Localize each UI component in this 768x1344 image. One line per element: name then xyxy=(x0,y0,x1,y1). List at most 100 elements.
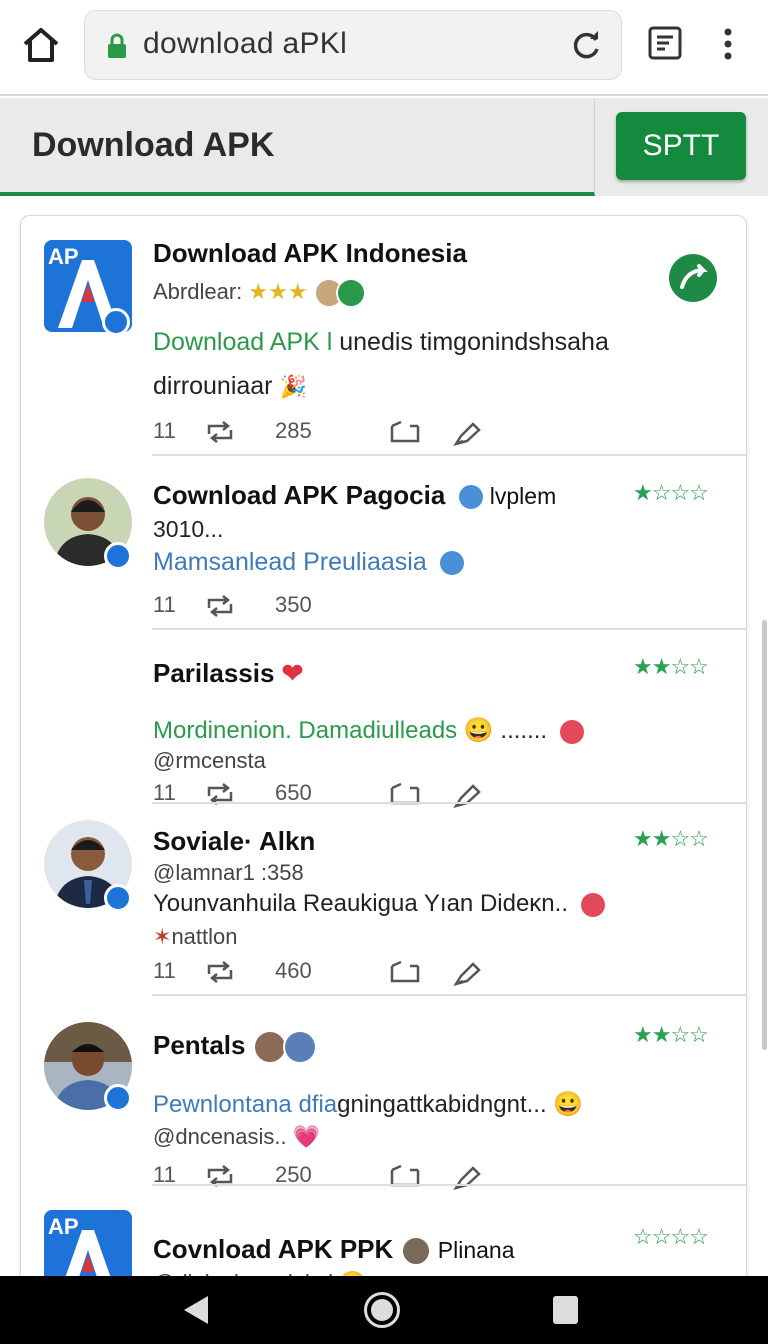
item-text: Younvanhuila Reaukigua Yıan Dideĸn.. xyxy=(153,890,605,918)
heart-icon: ❤ xyxy=(281,658,304,688)
item-title[interactable]: Soviale· Alkn xyxy=(153,826,315,857)
verified-badge-icon xyxy=(102,308,130,336)
item-text-body: gningattkabidngnt... xyxy=(337,1091,547,1118)
feed-list: AP Download APK Indonesia Abrdlear: ★★★ … xyxy=(20,215,747,1285)
star-rating-icon: ★★★ xyxy=(248,278,308,304)
home-icon[interactable] xyxy=(18,22,64,68)
item-text: Download APK l unedis timgonindshsaha xyxy=(153,328,609,357)
list-item[interactable]: Cownload APK Pagocia lvplem ★☆☆☆ 3010...… xyxy=(21,456,746,628)
tag-icon: ✶ xyxy=(153,924,172,949)
item-title-suffix: Plinana xyxy=(437,1237,515,1263)
item-handle: @rmcensta xyxy=(153,748,266,773)
star-rating: ★★☆☆ xyxy=(633,1022,709,1047)
share-icon[interactable] xyxy=(453,420,481,446)
repost-icon[interactable] xyxy=(205,420,235,444)
share-arrow-icon[interactable] xyxy=(669,254,717,302)
address-bar[interactable]: download aPKl xyxy=(84,10,622,80)
page-header: Download APK SPTT xyxy=(0,98,768,196)
avatar-icon xyxy=(252,1030,287,1065)
url-text[interactable]: download aPKl xyxy=(143,27,347,61)
reply-count: 11 xyxy=(153,958,176,983)
item-title[interactable]: Parilassis ❤ xyxy=(153,658,303,689)
scrollbar[interactable] xyxy=(762,620,767,1050)
grin-emoji-icon: 😀 xyxy=(553,1091,584,1118)
item-text-link[interactable]: Mamsanlead Preuliaasia xyxy=(153,548,427,576)
overflow-menu-icon[interactable] xyxy=(716,24,740,64)
share-icon[interactable] xyxy=(453,960,481,986)
avatar-icon xyxy=(282,1030,317,1065)
verified-check-icon xyxy=(458,485,483,510)
repost-icon[interactable] xyxy=(205,594,235,618)
reply-count: 11 xyxy=(153,418,176,443)
verified-badge-icon xyxy=(104,884,132,912)
item-title[interactable]: Cownload APK Pagocia lvplem xyxy=(153,480,556,511)
item-title-suffix: lvplem xyxy=(489,483,557,509)
action-button[interactable]: SPTT xyxy=(616,112,746,180)
heart-icon: 💗 xyxy=(292,1124,321,1149)
app-logo: AP xyxy=(44,240,132,336)
back-icon[interactable] xyxy=(182,1294,210,1326)
recent-apps-icon[interactable] xyxy=(553,1296,578,1324)
item-subtitle-text: Abrdlear: xyxy=(153,278,243,304)
item-text: Mamsanlead Preuliaasia xyxy=(153,548,464,577)
item-subtitle: Abrdlear: ★★★ xyxy=(153,278,366,308)
item-handle-text: @dncenasis.. xyxy=(153,1124,287,1149)
star-rating: ★★☆☆ xyxy=(633,654,709,679)
item-handle: @dncenasis.. 💗 xyxy=(153,1124,320,1150)
list-item[interactable]: Soviale· Alkn ★★☆☆ @lamnar1 :358 Younvan… xyxy=(21,804,746,994)
grin-emoji-icon: 😀 xyxy=(463,717,494,744)
app-logo: AP xyxy=(44,1210,132,1284)
item-title[interactable]: Pentals xyxy=(153,1030,317,1065)
item-text-body2: dirrouniaar xyxy=(153,372,273,400)
repost-count: 285 xyxy=(275,418,312,443)
list-item[interactable]: Parilassis ❤ ★★☆☆ Mordinenion. Damadiull… xyxy=(21,630,746,808)
list-item[interactable]: Pentals ★★☆☆ Pewnlontana dfiagningattkab… xyxy=(21,996,746,1190)
star-rating: ☆☆☆☆ xyxy=(633,1224,709,1249)
repost-icon[interactable] xyxy=(205,960,235,984)
item-text-highlight: Mordinenion. Damadiulleads xyxy=(153,717,458,744)
item-text: Mordinenion. Damadiulleads 😀 ....... xyxy=(153,716,584,745)
star-rating: ★☆☆☆ xyxy=(633,480,709,505)
item-tag-text: nattlon xyxy=(171,924,238,949)
star-rating: ★★☆☆ xyxy=(633,826,709,851)
item-title[interactable]: Covnload APK PPK Plinana xyxy=(153,1234,515,1267)
system-nav-bar xyxy=(0,1276,768,1344)
item-subtitle: 3010... xyxy=(153,516,224,542)
avatar-icon xyxy=(400,1236,431,1267)
verified-badge-icon xyxy=(104,1084,132,1112)
reply-icon[interactable] xyxy=(389,420,421,444)
verified-badge-icon xyxy=(104,542,132,570)
item-text-tail: ....... xyxy=(500,717,548,744)
item-stats: 11 285 xyxy=(153,418,513,448)
verified-check-icon xyxy=(439,551,464,576)
list-item[interactable]: AP Download APK Indonesia Abrdlear: ★★★ … xyxy=(21,216,746,454)
item-title-text: Pentals xyxy=(153,1030,246,1060)
app-logo-text: AP xyxy=(48,1214,79,1239)
reply-icon[interactable] xyxy=(389,960,421,984)
celebration-emoji-icon: 🎉 xyxy=(279,374,307,399)
app-logo-text: AP xyxy=(48,244,79,269)
item-text: Pewnlontana dfiagningattkabidngnt... 😀 xyxy=(153,1090,583,1119)
item-text-body: Younvanhuila Reaukigua Yıan Dideĸn.. xyxy=(153,890,568,917)
item-text-highlight: Download APK l xyxy=(153,328,333,356)
item-stats: 11 460 xyxy=(153,958,513,988)
page-title: Download APK xyxy=(32,126,275,164)
repost-count: 350 xyxy=(275,592,312,617)
item-stats: 11 350 xyxy=(153,592,513,622)
item-title-text: Covnload APK PPK xyxy=(153,1234,394,1264)
item-text-link[interactable]: Pewnlontana dfia xyxy=(153,1091,337,1118)
reader-mode-icon[interactable] xyxy=(648,26,682,60)
item-text-line2: dirrouniaar 🎉 xyxy=(153,372,307,401)
item-title[interactable]: Download APK Indonesia xyxy=(153,238,467,269)
avatar-icon xyxy=(335,278,366,308)
check-badge-icon xyxy=(559,719,584,744)
repost-count: 460 xyxy=(275,958,312,983)
reply-count: 11 xyxy=(153,592,176,617)
reload-icon[interactable] xyxy=(569,29,603,63)
home-nav-icon[interactable] xyxy=(364,1292,400,1328)
list-item[interactable]: AP Covnload APK PPK Plinana ☆☆☆☆ @dialaa… xyxy=(21,1186,746,1284)
title-tab: Download APK xyxy=(0,98,595,196)
item-tag: ✶nattlon xyxy=(153,924,238,950)
item-title-text: Cownload APK Pagocia xyxy=(153,480,446,510)
item-text-body: unedis timgonindshsaha xyxy=(339,328,609,356)
